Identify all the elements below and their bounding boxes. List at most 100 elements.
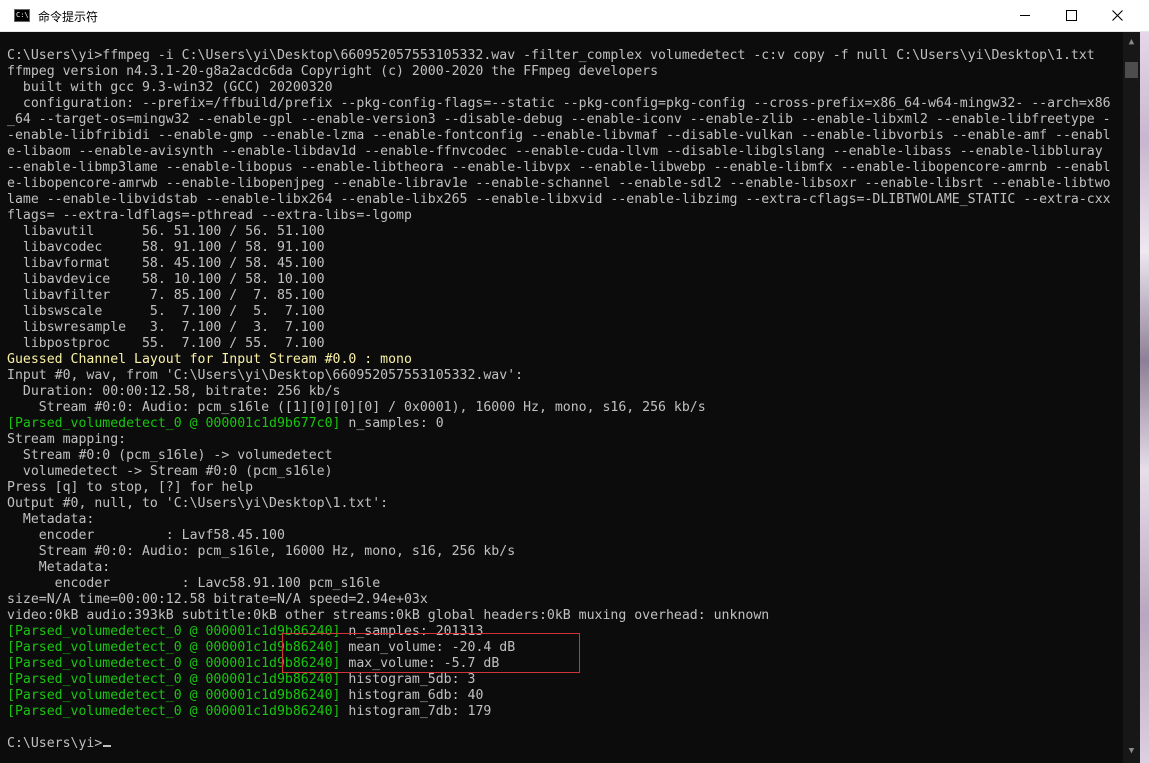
scroll-down-icon[interactable]: ▼ [1123,743,1140,759]
title-bar[interactable]: C:\ 命令提示符 [0,0,1149,32]
console-line: libavfilter 7. 85.100 / 7. 85.100 [7,288,1111,304]
console-line: Stream mapping: [7,432,1111,448]
filter-prefix: [Parsed_volumedetect_0 @ 000001c1d9b8624… [7,672,341,687]
line-text: e-libopencore-amrwb --enable-libopenjpeg… [7,176,1111,191]
console-line: C:\Users\yi>ffmpeg -i C:\Users\yi\Deskto… [7,48,1111,64]
line-text: encoder : Lavc58.91.100 pcm_s16le [7,576,381,591]
line-text: video:0kB audio:393kB subtitle:0kB other… [7,608,770,623]
line-text: libavdevice 58. 10.100 / 58. 10.100 [7,272,325,287]
vertical-scrollbar[interactable]: ▲ ▼ [1123,32,1140,763]
desktop-background-edge [1140,32,1149,763]
line-text: libavfilter 7. 85.100 / 7. 85.100 [7,288,325,303]
line-text: Press [q] to stop, [?] for help [7,480,254,495]
console-line: [Parsed_volumedetect_0 @ 000001c1d9b8624… [7,672,1111,688]
line-text: libavformat 58. 45.100 / 58. 45.100 [7,256,325,271]
line-text: libavcodec 58. 91.100 / 58. 91.100 [7,240,325,255]
line-text: Metadata: [7,512,95,527]
console-line: ffmpeg version n4.3.1-20-g8a2acdc6da Cop… [7,64,1111,80]
console-line: e-libaom --enable-avisynth --enable-libd… [7,144,1111,160]
line-text: C:\Users\yi>ffmpeg -i C:\Users\yi\Deskto… [7,48,1095,63]
console-line: --enable-libmp3lame --enable-libopus --e… [7,160,1111,176]
line-text: encoder : Lavf58.45.100 [7,528,285,543]
maximize-button[interactable] [1048,0,1094,31]
console-line: video:0kB audio:393kB subtitle:0kB other… [7,608,1111,624]
line-text: Metadata: [7,560,111,575]
line-text: built with gcc 9.3-win32 (GCC) 20200320 [7,80,333,95]
console-line: Output #0, null, to 'C:\Users\yi\Desktop… [7,496,1111,512]
volume-highlight-box [282,633,580,673]
filter-prefix: [Parsed_volumedetect_0 @ 000001c1d9b677c… [7,416,341,431]
console-line: [Parsed_volumedetect_0 @ 000001c1d9b677c… [7,416,1111,432]
line-text: --enable-libmp3lame --enable-libopus --e… [7,160,1111,175]
line-text: flags= --extra-ldflags=-pthread --extra-… [7,208,412,223]
window-title: 命令提示符 [38,10,99,24]
console-line: configuration: --prefix=/ffbuild/prefix … [7,96,1111,112]
console-line: libswscale 5. 7.100 / 5. 7.100 [7,304,1111,320]
console-line: libpostproc 55. 7.100 / 55. 7.100 [7,336,1111,352]
line-text: lame --enable-libvidstab --enable-libx26… [7,192,1111,207]
console-line: Stream #0:0 (pcm_s16le) -> volumedetect [7,448,1111,464]
maximize-icon [1065,10,1077,21]
console-line: lame --enable-libvidstab --enable-libx26… [7,192,1111,208]
console-line: Guessed Channel Layout for Input Stream … [7,352,1111,368]
console-line: C:\Users\yi> [7,736,1111,752]
close-button[interactable] [1094,0,1140,31]
line-text: Stream #0:0 (pcm_s16le) -> volumedetect [7,448,333,463]
line-text: Duration: 00:00:12.58, bitrate: 256 kb/s [7,384,341,399]
console-line: volumedetect -> Stream #0:0 (pcm_s16le) [7,464,1111,480]
line-text: Stream #0:0: Audio: pcm_s16le, 16000 Hz,… [7,544,516,559]
filter-prefix: [Parsed_volumedetect_0 @ 000001c1d9b8624… [7,704,341,719]
console-line: encoder : Lavc58.91.100 pcm_s16le [7,576,1111,592]
line-text: histogram_6db: 40 [340,688,484,703]
console-line: [Parsed_volumedetect_0 @ 000001c1d9b8624… [7,688,1111,704]
console-line: libavformat 58. 45.100 / 58. 45.100 [7,256,1111,272]
line-text: histogram_5db: 3 [340,672,476,687]
console-line: size=N/A time=00:00:12.58 bitrate=N/A sp… [7,592,1111,608]
line-text: histogram_7db: 179 [340,704,492,719]
cmd-icon: C:\ [14,9,30,22]
line-text: libswscale 5. 7.100 / 5. 7.100 [7,304,325,319]
console-line: Stream #0:0: Audio: pcm_s16le ([1][0][0]… [7,400,1111,416]
line-text: e-libaom --enable-avisynth --enable-libd… [7,144,1103,159]
console-line: e-libopencore-amrwb --enable-libopenjpeg… [7,176,1111,192]
minimize-button[interactable] [1002,0,1048,31]
line-text: C:\Users\yi> [7,736,103,751]
console-line: Input #0, wav, from 'C:\Users\yi\Desktop… [7,368,1111,384]
scrollbar-thumb[interactable] [1125,62,1138,78]
line-text: libpostproc 55. 7.100 / 55. 7.100 [7,336,325,351]
console-line: -enable-libfribidi --enable-gmp --enable… [7,128,1111,144]
console-line: Metadata: [7,512,1111,528]
line-text: ffmpeg version n4.3.1-20-g8a2acdc6da Cop… [7,64,659,79]
console-line: built with gcc 9.3-win32 (GCC) 20200320 [7,80,1111,96]
line-text: libswresample 3. 7.100 / 3. 7.100 [7,320,325,335]
minimize-icon [1020,15,1030,16]
console-line: Duration: 00:00:12.58, bitrate: 256 kb/s [7,384,1111,400]
line-text: Stream mapping: [7,432,127,447]
console-line: [Parsed_volumedetect_0 @ 000001c1d9b8624… [7,704,1111,720]
line-text: libavutil 56. 51.100 / 56. 51.100 [7,224,325,239]
line-text: size=N/A time=00:00:12.58 bitrate=N/A sp… [7,592,428,607]
text-cursor [103,745,112,747]
console-line: flags= --extra-ldflags=-pthread --extra-… [7,208,1111,224]
line-text: volumedetect -> Stream #0:0 (pcm_s16le) [7,464,333,479]
line-text: Stream #0:0: Audio: pcm_s16le ([1][0][0]… [7,400,706,415]
console-line: libavutil 56. 51.100 / 56. 51.100 [7,224,1111,240]
console-line: encoder : Lavf58.45.100 [7,528,1111,544]
console-line: Stream #0:0: Audio: pcm_s16le, 16000 Hz,… [7,544,1111,560]
console-line: libavdevice 58. 10.100 / 58. 10.100 [7,272,1111,288]
line-text: configuration: --prefix=/ffbuild/prefix … [7,96,1111,111]
line-text: -enable-libfribidi --enable-gmp --enable… [7,128,1111,143]
console-line: Press [q] to stop, [?] for help [7,480,1111,496]
line-text: Output #0, null, to 'C:\Users\yi\Desktop… [7,496,389,511]
filter-prefix: [Parsed_volumedetect_0 @ 000001c1d9b8624… [7,688,341,703]
line-text: _64 --target-os=mingw32 --enable-gpl --e… [7,112,1111,127]
line-text: Guessed Channel Layout for Input Stream … [7,352,412,367]
scroll-up-icon[interactable]: ▲ [1123,34,1140,50]
console-line: Metadata: [7,560,1111,576]
line-text: n_samples: 0 [340,416,444,431]
console-line: libavcodec 58. 91.100 / 58. 91.100 [7,240,1111,256]
console-line: _64 --target-os=mingw32 --enable-gpl --e… [7,112,1111,128]
console-line: libswresample 3. 7.100 / 3. 7.100 [7,320,1111,336]
close-icon [1111,10,1123,21]
